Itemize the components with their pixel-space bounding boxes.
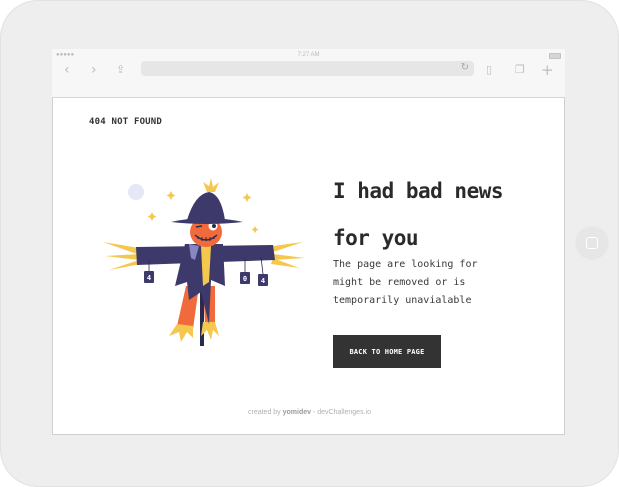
hat-crown [187, 192, 225, 220]
footer-prefix: created by [248, 409, 283, 416]
back-icon[interactable]: ‹ [64, 63, 70, 77]
page-headline: I had bad news for you [333, 168, 553, 262]
tablet-screen: ●●●●● 7:27 AM ‹ › ⇪ ↻ ▯ ❐ + 404 NOT FOUN… [52, 49, 565, 435]
address-bar[interactable]: ↻ [141, 61, 474, 76]
battery-icon [549, 53, 561, 59]
headline-line-2: for you [333, 226, 419, 250]
sign-right-label: 4 [261, 277, 265, 285]
forward-icon[interactable]: › [91, 63, 97, 77]
reload-icon[interactable]: ↻ [461, 62, 469, 73]
status-bar: ●●●●● 7:27 AM [52, 52, 565, 60]
back-to-home-button[interactable]: BACK TO HOME PAGE [333, 335, 441, 368]
share-icon[interactable]: ⇪ [116, 63, 125, 77]
hat-straw [203, 178, 219, 192]
reader-icon[interactable]: ▯ [486, 63, 492, 77]
leg-straw [169, 322, 219, 342]
error-message: The page are looking for might be remove… [333, 259, 478, 306]
footer-suffix[interactable]: - devChallenges.io [311, 409, 371, 416]
brand-logo[interactable]: 404 NOT FOUND [89, 117, 162, 127]
sign-left-label: 4 [147, 274, 151, 282]
footer-credit: created by yomidev - devChallenges.io [53, 409, 565, 416]
new-tab-icon[interactable]: + [541, 63, 554, 78]
home-icon [586, 237, 598, 249]
footer-author[interactable]: yomidev [283, 409, 311, 416]
headline-line-1: I had bad news [333, 179, 504, 203]
sign-mid-label: 0 [243, 275, 247, 283]
moon-circle [128, 184, 144, 200]
home-button[interactable] [575, 226, 609, 260]
scarecrow-illustration: 4 0 4 [103, 178, 305, 346]
page-content: 404 NOT FOUND 4 0 4 I had bad news for y… [52, 98, 565, 435]
tabs-icon[interactable]: ❐ [515, 63, 525, 77]
eye-left [195, 225, 203, 228]
eye-right [212, 224, 216, 228]
browser-toolbar: ●●●●● 7:27 AM ‹ › ⇪ ↻ ▯ ❐ + [52, 49, 565, 98]
tablet-frame: ●●●●● 7:27 AM ‹ › ⇪ ↻ ▯ ❐ + 404 NOT FOUN… [0, 0, 619, 487]
status-time: 7:27 AM [297, 52, 320, 58]
